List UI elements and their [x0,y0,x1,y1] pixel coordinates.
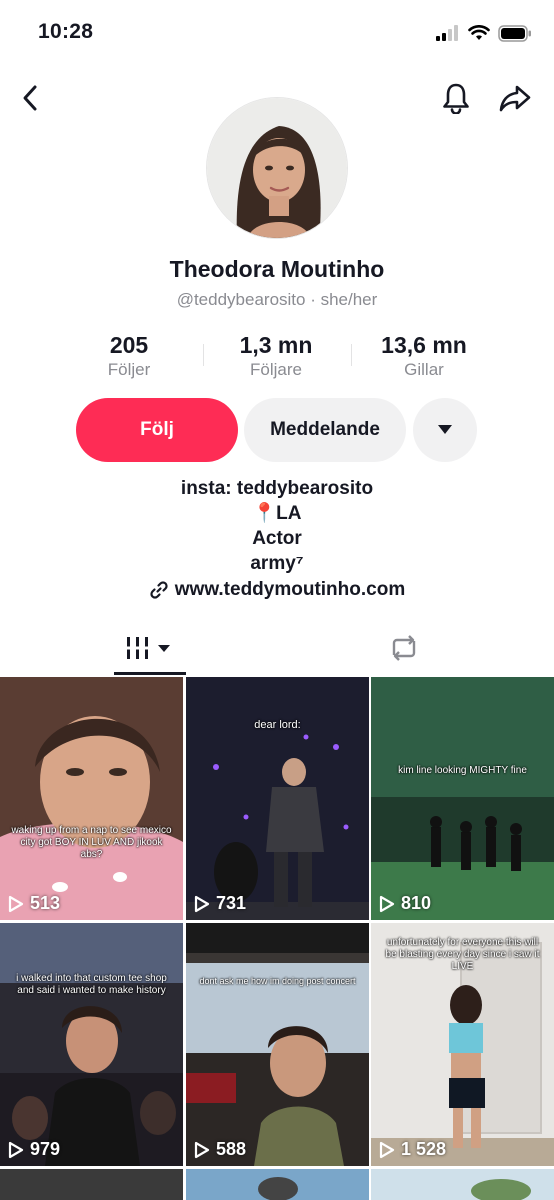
stat-divider [351,344,352,366]
play-icon [8,895,24,912]
stat-divider [203,344,204,366]
video-thumbnail[interactable] [371,1169,554,1200]
avatar[interactable] [206,97,348,239]
avatar-photo [207,98,347,238]
video-grid: waking up from a nap to see mexico city … [0,677,554,1200]
stat-following-value: 205 [109,332,149,358]
bio-website-link[interactable]: www.teddymoutinho.com [0,579,554,601]
play-icon [194,895,210,912]
signal-icon [436,25,458,41]
video-preview [0,1169,183,1200]
play-icon [194,1141,210,1158]
video-thumbnail[interactable]: unfortunately for everyone this will be … [371,923,554,1166]
status-time: 10:28 [38,20,94,43]
play-icon [379,895,395,912]
tab-videos[interactable] [114,622,186,674]
stat-following-label: Följer [107,360,151,379]
repost-icon [392,635,416,661]
video-caption: i walked into that custom tee shop and s… [16,973,167,996]
bio-link-text: www.teddymoutinho.com [174,579,406,600]
view-count-text: 731 [216,893,247,913]
video-thumbnail[interactable]: dont ask me how im doing post concert 58… [186,923,369,1166]
view-count: 979 [8,1139,60,1160]
view-count-text: 979 [30,1139,61,1159]
stat-followers[interactable]: 1,3 mn Följare [206,332,346,381]
bio-line: insta: teddybearosito [180,478,374,499]
notifications-button[interactable] [438,80,474,116]
status-icons [436,22,532,44]
videos-grid-icon [125,637,170,659]
view-count: 513 [8,893,60,914]
stat-likes-label: Gillar [404,360,444,379]
video-preview [186,923,369,1166]
view-count-text: 810 [401,893,432,913]
share-button[interactable] [497,80,533,116]
suggested-accounts-button[interactable] [413,398,477,462]
video-caption: dear lord: [254,719,301,731]
video-preview [371,677,554,920]
view-count: 810 [379,893,431,914]
view-count: 1 528 [379,1139,446,1160]
video-caption: unfortunately for everyone this will be … [385,937,540,972]
active-tab-indicator [114,672,186,675]
stat-followers-value: 1,3 mn [239,332,313,358]
back-button[interactable] [12,80,48,116]
stat-likes[interactable]: 13,6 mn Gillar [354,332,494,381]
play-icon [379,1141,395,1158]
video-thumbnail[interactable] [186,1169,369,1200]
video-thumbnail[interactable] [0,1169,183,1200]
tab-reposts[interactable] [370,622,438,674]
bio-line: Actor [252,528,302,549]
video-preview [186,1169,369,1200]
wifi-icon [468,25,490,40]
link-icon [150,581,168,599]
play-icon [8,1141,24,1158]
video-caption: dont ask me how im doing post concert [199,976,356,986]
profile-name: Theodora Moutinho [169,256,385,282]
battery-icon [498,24,531,42]
view-count: 588 [194,1139,246,1160]
bio-line: army⁷ [250,553,304,574]
view-count-text: 588 [216,1139,247,1159]
video-preview [0,677,183,920]
video-caption: kim line looking MIGHTY fine [398,765,527,776]
video-preview [0,923,183,1166]
view-count-text: 513 [30,893,61,913]
profile-stats: 205 Följer 1,3 mn Följare 13,6 mn Gillar [0,332,554,382]
share-arrow-icon [499,85,531,112]
video-thumbnail[interactable]: kim line looking MIGHTY fine 810 [371,677,554,920]
status-bar: 10:28 [0,0,554,66]
chevron-left-icon [23,85,37,111]
view-count-text: 1 528 [401,1139,447,1159]
stat-likes-value: 13,6 mn [381,332,467,358]
caret-down-icon [438,425,452,434]
profile-tabs [0,622,554,677]
profile-bio: insta: teddybearosito 📍LA Actor army⁷ [0,476,554,576]
view-count: 731 [194,893,246,914]
video-thumbnail[interactable]: waking up from a nap to see mexico city … [0,677,183,920]
video-caption: waking up from a nap to see mexico city … [11,825,172,860]
profile-handle: @teddybearosito · she/her [176,290,378,309]
video-thumbnail[interactable]: i walked into that custom tee shop and s… [0,923,183,1166]
follow-button[interactable]: Följ [76,398,238,462]
video-preview [371,1169,554,1200]
message-button[interactable]: Meddelande [244,398,406,462]
stat-followers-label: Följare [250,360,302,379]
stat-following[interactable]: 205 Följer [59,332,199,381]
bell-icon [443,83,469,114]
video-preview [186,677,369,920]
video-thumbnail[interactable]: dear lord: 731 [186,677,369,920]
bio-line: 📍LA [252,503,302,524]
